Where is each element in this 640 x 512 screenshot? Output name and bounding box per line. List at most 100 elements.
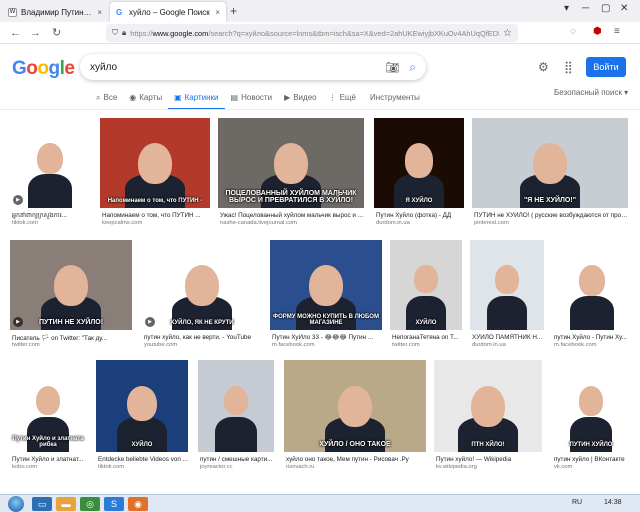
image-result[interactable]: ПОЦЕЛОВАННЫЙ ХУЙЛОМ МАЛЬЧИК ВЫРОС И ПРЕВ… <box>218 118 364 230</box>
image-caption[interactable]: путин хуйло, как не верти. - YouTube <box>144 334 262 341</box>
skype-icon[interactable]: S <box>104 497 124 511</box>
image-caption[interactable]: Путин Хуйло и златнат... <box>12 456 86 463</box>
close-window-button[interactable]: ✕ <box>620 3 628 14</box>
image-thumbnail[interactable]: ПУТИН НЕ ХУЙЛО! ▶ <box>10 240 132 330</box>
start-button[interactable] <box>8 496 24 512</box>
image-result[interactable]: ХУЙЛО Entdecke beliebte Videos von ... tik… <box>96 360 188 474</box>
image-thumbnail[interactable]: "Я НЕ ХУЙЛО!" <box>472 118 628 208</box>
image-caption[interactable]: Entdecke beliebte Videos von ... <box>98 456 188 463</box>
search-box[interactable]: 📷︎ ⌕ <box>80 54 426 80</box>
image-source[interactable]: tiktok.com <box>98 464 188 470</box>
image-result[interactable]: Я ХУЙЛО Путин Хуйло (фотка) - ДД durdom.in… <box>374 118 464 230</box>
tab-list-button[interactable]: ▾ <box>564 3 569 14</box>
google-logo[interactable]: Google <box>12 58 75 80</box>
back-arrow-icon[interactable]: ← <box>10 26 21 40</box>
image-thumbnail[interactable]: ПОЦЕЛОВАННЫЙ ХУЙЛОМ МАЛЬЧИК ВЫРОС И ПРЕВ… <box>218 118 364 208</box>
bookmark-star-icon[interactable]: ☆ <box>503 28 512 39</box>
image-source[interactable]: durdom.in.ua <box>376 220 464 226</box>
image-thumbnail[interactable] <box>552 240 632 330</box>
tab-more[interactable]: ⋮ Ещё <box>323 88 362 110</box>
tab-close-icon[interactable]: × <box>215 8 220 17</box>
image-caption[interactable]: Путин Хуйло (фотка) - ДД <box>376 212 464 219</box>
image-source[interactable]: pinterest.com <box>474 220 628 226</box>
image-result[interactable]: ХУЙЛО, ЯК НЕ КРУТИ ▶ путин хуйло, как не в… <box>142 240 262 352</box>
sign-in-button[interactable]: Войти <box>586 57 626 77</box>
minimize-button[interactable]: ─ <box>582 3 589 14</box>
tab-putin[interactable]: W Владимир Путин — о действ × <box>2 2 108 22</box>
image-result[interactable]: ПУТИН ХУЙЛО путин хуйло | ВКонтакте vk.com <box>552 360 630 474</box>
image-result[interactable]: "Я НЕ ХУЙЛО!" ПУТИН не ХУЙЛО! ( русские в… <box>472 118 628 230</box>
folder-icon[interactable]: ▬ <box>56 497 76 511</box>
pocket-icon[interactable]: ◌ <box>570 26 576 37</box>
tab-news[interactable]: ▤ Новости <box>225 88 279 110</box>
image-thumbnail[interactable]: Путин Хуйло и златната рибка <box>10 360 86 452</box>
extension-icon[interactable]: ⬢ <box>593 26 602 37</box>
image-source[interactable]: keepcalms.com <box>102 220 210 226</box>
image-thumbnail[interactable]: ХУЙЛО <box>390 240 462 330</box>
safe-search-toggle[interactable]: Безопасный поиск ▾ <box>554 88 628 97</box>
image-source[interactable]: m.facebook.com <box>272 342 382 348</box>
image-thumbnail[interactable] <box>198 360 274 452</box>
image-thumbnail[interactable]: Я ХУЙЛО <box>374 118 464 208</box>
image-source[interactable]: kv.wikipedia.org <box>436 464 542 470</box>
image-result[interactable]: ХУЙЛО ПАМЯТНИК Н... durdom.in.ua <box>470 240 544 352</box>
tab-images[interactable]: ▣ Картинки <box>168 88 225 110</box>
chrome-icon[interactable]: ◎ <box>80 497 100 511</box>
image-result[interactable]: путин / смешные карти... joyreactor.cc <box>198 360 274 474</box>
image-result[interactable]: ПУТИН НЕ ХУЙЛО! ▶ Писатель 🏳 on Twitter: "… <box>10 240 132 352</box>
image-source[interactable]: nashe-canada.livejournal.com <box>220 220 364 226</box>
apps-grid-icon[interactable]: ⣿ <box>564 60 573 74</box>
image-caption[interactable]: путин Хуйло - Путин Ху... <box>554 334 632 341</box>
image-thumbnail[interactable]: ▶ <box>10 118 90 208</box>
tools-button[interactable]: Инструменты <box>370 93 420 102</box>
image-caption[interactable]: Путин хуйло! — Wikipedia <box>436 456 542 463</box>
reload-icon[interactable]: ↻ <box>52 26 61 40</box>
image-caption[interactable]: ПУТИН не ХУЙЛО! ( русские возбуждаются о… <box>474 212 628 219</box>
tab-videos[interactable]: ▶ Видео <box>278 88 323 110</box>
tab-all[interactable]: ⌕ Все <box>90 88 123 110</box>
image-result[interactable]: ХУЙЛО / ОНО ТАКОЕ хуйло оно такое, Мем пу… <box>284 360 426 474</box>
image-caption[interactable]: Ужас! Поцелованный хуйлом мальчик вырос … <box>220 212 364 219</box>
image-caption[interactable]: НепоганаТетяна on T... <box>392 334 462 341</box>
clock[interactable]: 14:38 <box>604 499 622 506</box>
explorer-icon[interactable]: ▭ <box>32 497 52 511</box>
image-source[interactable]: kobo.com <box>12 464 86 470</box>
image-thumbnail[interactable]: ПУТИН ХУЙЛО <box>552 360 630 452</box>
forward-arrow-icon[interactable]: → <box>30 26 41 40</box>
image-result[interactable]: Напоминаем о том, что ПУТИН - Напоминаем … <box>100 118 210 230</box>
maximize-button[interactable]: ▢ <box>601 3 610 14</box>
camera-icon[interactable]: 📷︎ <box>385 61 399 74</box>
image-caption[interactable]: Путин ХуЙло 33 - 😂😂😂 Путин ... <box>272 334 382 341</box>
search-icon[interactable]: ⌕ <box>409 60 416 75</box>
tab-maps[interactable]: ◉ Карты <box>123 88 168 110</box>
image-source[interactable]: twitter.com <box>392 342 462 348</box>
gear-icon[interactable]: ⚙ <box>538 60 549 74</box>
tab-close-icon[interactable]: × <box>97 8 102 17</box>
tab-google-search[interactable]: G хуйло – Google Поиск × <box>110 2 226 22</box>
search-input[interactable] <box>90 61 386 73</box>
image-thumbnail[interactable]: ХУЙЛО, ЯК НЕ КРУТИ ▶ <box>142 240 262 330</box>
image-caption[interactable]: путин хуйло | ВКонтакте <box>554 456 630 463</box>
image-result[interactable]: ПТН ХЙЛО! Путин хуйло! — Wikipedia kv.wiki… <box>434 360 542 474</box>
image-result[interactable]: Путин Хуйло и златната рибка Путин Хуйло … <box>10 360 86 474</box>
image-source[interactable]: joyreactor.cc <box>200 464 274 470</box>
image-result[interactable]: ФОРМУ МОЖНО КУПИТЬ В ЛЮБОМ МАГАЗИНЕ Путин… <box>270 240 382 352</box>
image-source[interactable]: twitter.com <box>12 342 132 348</box>
image-source[interactable]: youtube.com <box>144 342 262 348</box>
address-bar[interactable]: ⛉ 🔒︎ https://www.google.com/search?q=хуй… <box>106 24 518 42</box>
image-thumbnail[interactable]: ХУЙЛО <box>96 360 188 452</box>
menu-icon[interactable]: ≡ <box>614 26 620 37</box>
new-tab-button[interactable]: + <box>230 4 237 18</box>
image-result[interactable]: ▶ អ្នកនាំពាក្យក្រសួងការ... tiktok.com <box>10 118 90 230</box>
image-thumbnail[interactable]: ХУЙЛО / ОНО ТАКОЕ <box>284 360 426 452</box>
image-caption[interactable]: Напоминаем о том, что ПУТИН ... <box>102 212 210 219</box>
image-caption[interactable]: хуйло оно такое, Мем путин - Рисовач .Ру <box>286 456 426 463</box>
firefox-icon[interactable]: ◉ <box>128 497 148 511</box>
image-source[interactable]: m.facebook.com <box>554 342 632 348</box>
image-caption[interactable]: Писатель 🏳 on Twitter: "Так ду... <box>12 334 132 342</box>
language-indicator[interactable]: RU <box>572 499 582 506</box>
image-result[interactable]: путин Хуйло - Путин Ху... m.facebook.com <box>552 240 632 352</box>
image-source[interactable]: risovach.ru <box>286 464 426 470</box>
image-result[interactable]: ХУЙЛО НепоганаТетяна on T... twitter.com <box>390 240 462 352</box>
image-source[interactable]: durdom.in.ua <box>472 342 544 348</box>
